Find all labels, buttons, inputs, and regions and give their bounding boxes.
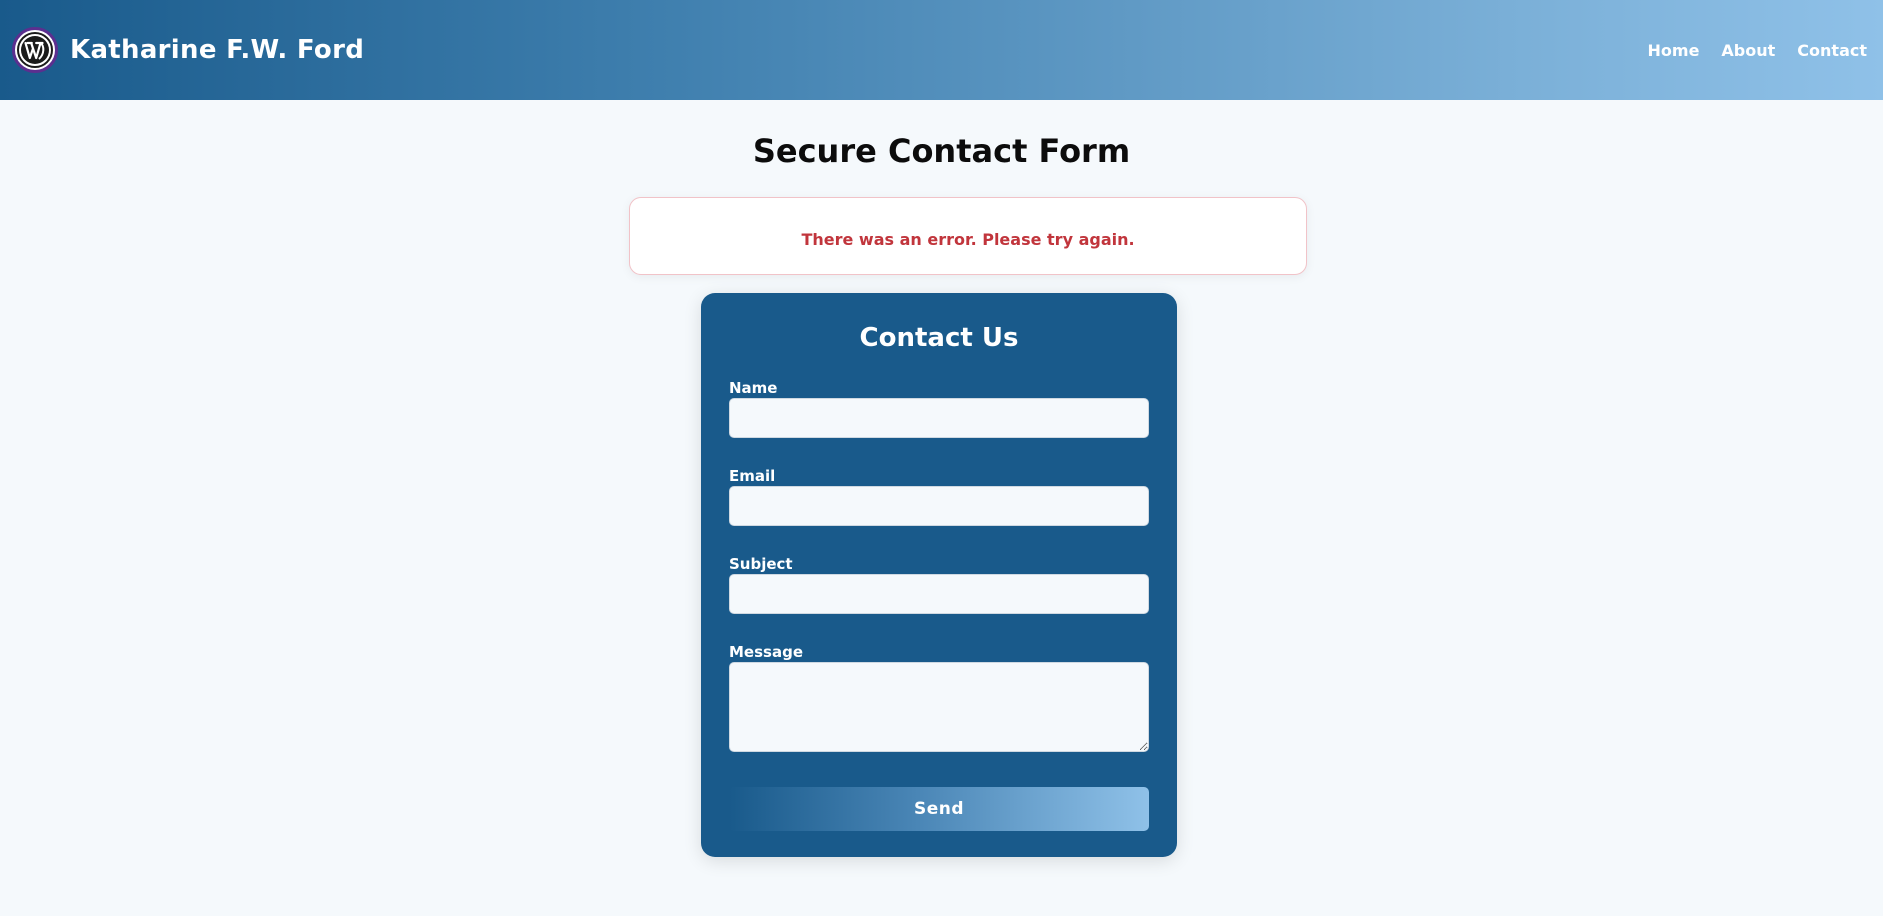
send-button[interactable]: Send: [729, 787, 1149, 831]
name-label: Name: [729, 379, 778, 397]
page-title: Secure Contact Form: [752, 132, 1131, 170]
subject-label: Subject: [729, 555, 793, 573]
nav-home-link[interactable]: Home: [1648, 41, 1700, 60]
email-label: Email: [729, 467, 776, 485]
name-input[interactable]: [729, 398, 1149, 438]
error-message: There was an error. Please try again.: [801, 229, 1135, 249]
brand[interactable]: Katharine F.W. Ford: [12, 27, 364, 73]
message-textarea[interactable]: [729, 662, 1149, 752]
site-title[interactable]: Katharine F.W. Ford: [70, 35, 364, 65]
error-alert: There was an error. Please try again.: [629, 197, 1307, 275]
wordpress-logo-icon[interactable]: [12, 27, 58, 73]
message-label: Message: [729, 643, 803, 661]
contact-form: Contact Us Name Email Subject Message Se…: [701, 293, 1177, 857]
nav-about-link[interactable]: About: [1721, 41, 1775, 60]
subject-input[interactable]: [729, 574, 1149, 614]
form-heading: Contact Us: [859, 323, 1019, 353]
main-nav: Home About Contact: [1626, 41, 1867, 60]
nav-contact-link[interactable]: Contact: [1797, 41, 1867, 60]
site-header: Katharine F.W. Ford Home About Contact: [0, 0, 1883, 100]
email-input[interactable]: [729, 486, 1149, 526]
